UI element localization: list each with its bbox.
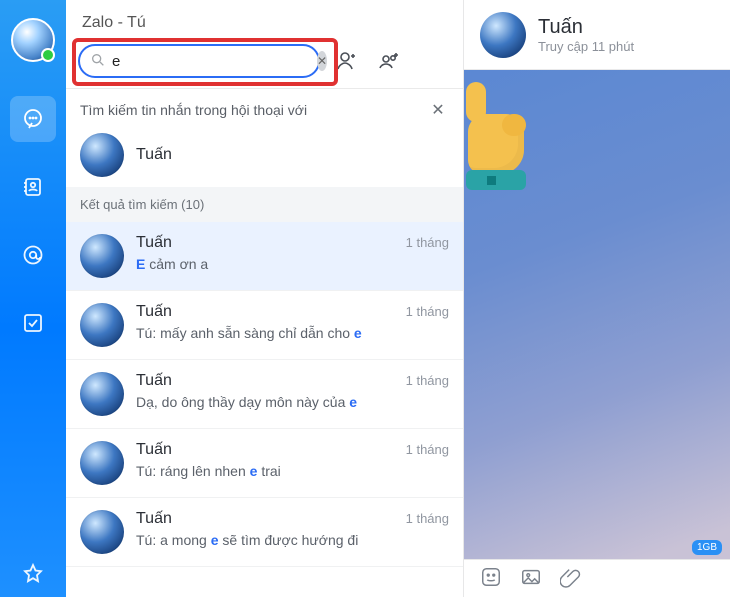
group-plus-icon bbox=[377, 49, 401, 73]
nav-star[interactable] bbox=[10, 551, 56, 597]
result-time: 1 tháng bbox=[406, 373, 449, 388]
result-name: Tuấn bbox=[136, 234, 172, 252]
result-item[interactable]: Tuấn 1 tháng Tú: ráng lên nhen e trai bbox=[66, 429, 463, 498]
sticker-button[interactable] bbox=[480, 566, 502, 591]
user-plus-icon bbox=[335, 49, 359, 73]
my-avatar[interactable] bbox=[11, 18, 55, 62]
app-title: Zalo - Tú bbox=[78, 8, 451, 38]
image-button[interactable] bbox=[520, 566, 542, 591]
close-suggest-button[interactable]: ✕ bbox=[427, 99, 449, 121]
result-time: 1 tháng bbox=[406, 442, 449, 457]
contacts-icon bbox=[21, 175, 45, 199]
result-name: Tuấn bbox=[136, 510, 172, 528]
nav-chat[interactable] bbox=[10, 96, 56, 142]
result-name: Tuấn bbox=[136, 441, 172, 459]
result-message: Tú: ráng lên nhen e trai bbox=[136, 463, 449, 479]
result-name: Tuấn bbox=[136, 303, 172, 321]
result-item[interactable]: Tuấn 1 tháng Tú: a mong e sẽ tìm được hướn… bbox=[66, 498, 463, 567]
result-time: 1 tháng bbox=[406, 304, 449, 319]
result-message: Tú: mấy anh sẵn sàng chỉ dẫn cho e bbox=[136, 325, 449, 341]
add-friend-button[interactable] bbox=[332, 46, 362, 76]
chat-body[interactable] bbox=[464, 70, 730, 559]
search-panel: Zalo - Tú ✕ Tìm kiếm tin nhắn trong hội … bbox=[66, 0, 464, 597]
check-icon bbox=[21, 311, 45, 335]
result-time: 1 tháng bbox=[406, 235, 449, 250]
nav-rail bbox=[0, 0, 66, 597]
chat-avatar[interactable] bbox=[480, 12, 526, 58]
result-item[interactable]: Tuấn 1 tháng Dạ, do ông thầy dạy môn này c… bbox=[66, 360, 463, 429]
mention-icon bbox=[21, 243, 45, 267]
suggest-person-name: Tuấn bbox=[136, 146, 172, 164]
clear-search-button[interactable]: ✕ bbox=[317, 51, 327, 71]
upload-badge: 1GB bbox=[692, 540, 722, 555]
avatar bbox=[80, 510, 124, 554]
avatar bbox=[80, 372, 124, 416]
attach-button[interactable] bbox=[560, 566, 582, 591]
chat-toolbar bbox=[464, 559, 730, 597]
avatar bbox=[80, 234, 124, 278]
avatar bbox=[80, 441, 124, 485]
result-item[interactable]: Tuấn 1 tháng E cảm ơn a bbox=[66, 222, 463, 291]
nav-mentions[interactable] bbox=[10, 232, 56, 278]
chat-header: Tuấn Truy cập 11 phút bbox=[464, 0, 730, 70]
suggest-person[interactable]: Tuấn bbox=[80, 133, 449, 177]
suggest-heading: Tìm kiếm tin nhắn trong hội thoại với bbox=[80, 102, 307, 118]
nav-tasks[interactable] bbox=[10, 300, 56, 346]
avatar bbox=[80, 303, 124, 347]
nav-contacts[interactable] bbox=[10, 164, 56, 210]
results-header: Kết quả tìm kiếm (10) bbox=[66, 187, 463, 222]
result-item[interactable]: Tuấn 1 tháng Tú: mấy anh sẵn sàng chỉ dẫn … bbox=[66, 291, 463, 360]
search-icon bbox=[90, 52, 106, 71]
chat-pane: Tuấn Truy cập 11 phút 1GB bbox=[464, 0, 730, 597]
search-suggest: Tìm kiếm tin nhắn trong hội thoại với ✕ … bbox=[66, 88, 463, 187]
chat-icon bbox=[21, 107, 45, 131]
result-time: 1 tháng bbox=[406, 511, 449, 526]
chat-title: Tuấn bbox=[538, 16, 634, 39]
search-box[interactable]: ✕ bbox=[78, 44, 320, 78]
avatar bbox=[80, 133, 124, 177]
create-group-button[interactable] bbox=[374, 46, 404, 76]
paperclip-icon bbox=[560, 566, 582, 588]
search-input[interactable] bbox=[112, 53, 311, 70]
star-icon bbox=[21, 562, 45, 586]
result-name: Tuấn bbox=[136, 372, 172, 390]
result-message: E cảm ơn a bbox=[136, 256, 449, 272]
result-message: Tú: a mong e sẽ tìm được hướng đi bbox=[136, 532, 449, 548]
result-message: Dạ, do ông thầy dạy môn này của e bbox=[136, 394, 449, 410]
image-icon bbox=[520, 566, 542, 588]
chat-subtitle: Truy cập 11 phút bbox=[538, 39, 634, 54]
results-list[interactable]: Tuấn 1 tháng E cảm ơn a Tuấn 1 tháng Tú: mấy … bbox=[66, 222, 463, 597]
smiley-icon bbox=[480, 566, 502, 588]
